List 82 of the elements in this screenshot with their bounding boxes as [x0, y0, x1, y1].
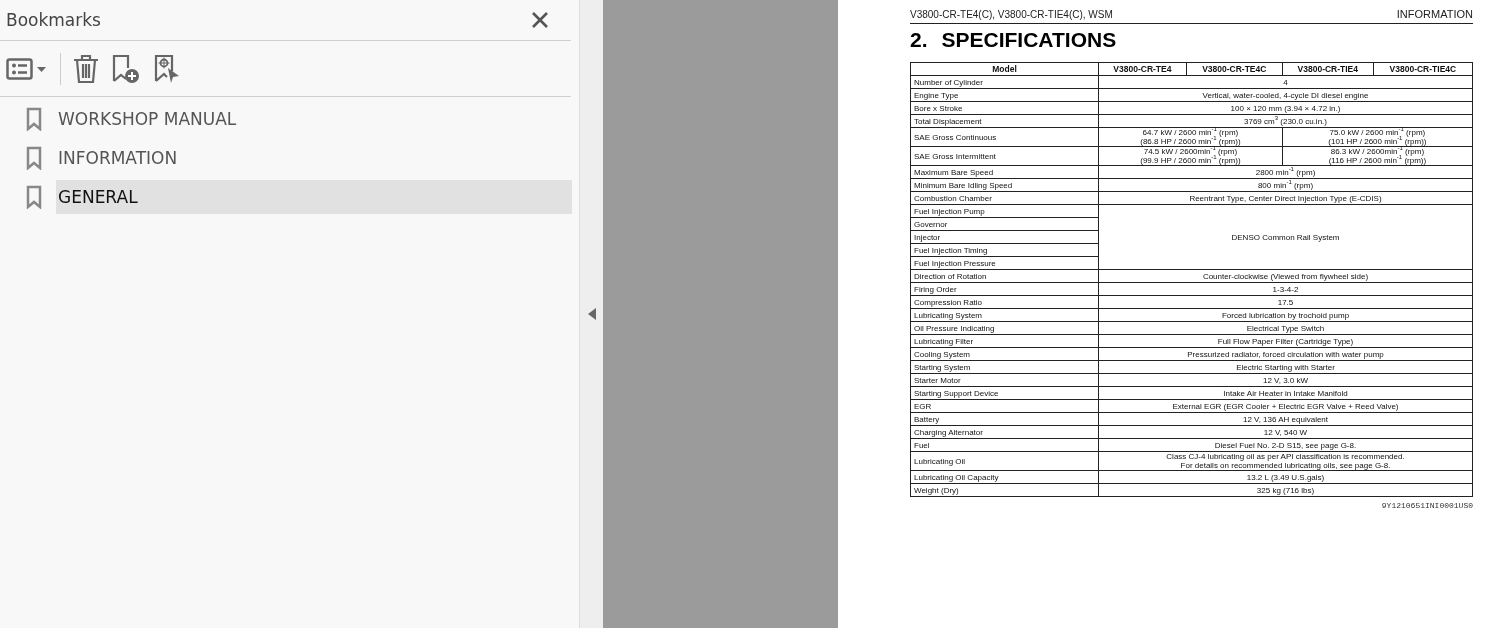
- table-cell: Lubricating Oil: [910, 451, 1099, 471]
- bookmark-item[interactable]: INFORMATION: [56, 141, 572, 175]
- table-cell: Counter-clockwise (Viewed from flywheel side): [1098, 269, 1473, 283]
- table-cell: Maximum Bare Speed: [910, 165, 1099, 179]
- table-cell: Engine Type: [910, 88, 1099, 102]
- table-cell: Starter Motor: [910, 373, 1099, 387]
- table-cell: Fuel Injection Timing: [910, 243, 1099, 257]
- column-header: V3800-CR-TE4: [1098, 62, 1187, 76]
- bookmark-icon: [26, 146, 42, 170]
- table-cell: Combustion Chamber: [910, 191, 1099, 205]
- table-cell: 74.5 kW / 2600min$^{-1}$ (rpm) (99.9 HP / 2600 min$^{-1}$ (rpm)): [1098, 146, 1283, 166]
- bookmark-item[interactable]: WORKSHOP MANUAL: [56, 102, 572, 136]
- table-cell: Starting System: [910, 360, 1099, 374]
- panel-title: Bookmarks: [6, 10, 101, 30]
- table-cell: 75.0 kW / 2600 min$^{-1}$ (rpm) (101 HP / 2600 min$^{-1}$ (rpm)): [1282, 127, 1473, 147]
- table-cell: Governor: [910, 217, 1099, 231]
- table-cell: Fuel: [910, 438, 1099, 452]
- table-cell: Firing Order: [910, 282, 1099, 296]
- page-heading: SPECIFICATIONS: [941, 28, 1117, 52]
- table-cell: 12 V, 136 AH equivalent: [1098, 412, 1473, 426]
- section-header: INFORMATION: [1396, 8, 1473, 20]
- collapse-arrow-icon[interactable]: [587, 308, 596, 320]
- table-cell: Vertical, water-cooled, 4-cycle DI diesel engine: [1098, 88, 1473, 102]
- table-cell: Injector: [910, 230, 1099, 244]
- table-cell: Class CJ-4 lubricating oil as per API classification is recommended. For details on recommended lubricating oils, see page G-8.: [1098, 451, 1473, 471]
- table-cell: Oil Pressure Indicating: [910, 321, 1099, 335]
- table-cell: Intake Air Heater in Intake Manifold: [1098, 386, 1473, 400]
- document-header: V3800-CR-TE4(C), V3800-CR-TIE4(C), WSM: [910, 9, 1113, 20]
- table-cell: Lubricating System: [910, 308, 1099, 322]
- table-cell: Reentrant Type, Center Direct Injection Type (E-CDIS): [1098, 191, 1473, 205]
- table-cell: Charging Alternator: [910, 425, 1099, 439]
- table-cell: 12 V, 3.0 kW: [1098, 373, 1473, 387]
- table-cell: Minimum Bare Idling Speed: [910, 178, 1099, 192]
- heading-number: 2.: [910, 28, 928, 52]
- table-cell: Electrical Type Switch: [1098, 321, 1473, 335]
- add-bookmark-icon[interactable]: [111, 53, 141, 84]
- table-cell: Full Flow Paper Filter (Cartridge Type): [1098, 334, 1473, 348]
- column-header: V3800-CR-TE4C: [1186, 62, 1283, 76]
- table-cell: 4: [1098, 75, 1473, 89]
- table-cell: SAE Gross Intermittent: [910, 146, 1099, 166]
- table-cell: Direction of Rotation: [910, 269, 1099, 283]
- bookmark-icon: [26, 185, 42, 209]
- trash-icon[interactable]: [73, 53, 99, 84]
- table-cell: Battery: [910, 412, 1099, 426]
- table-cell: Cooling System: [910, 347, 1099, 361]
- table-cell: SAE Gross Continuous: [910, 127, 1099, 147]
- table-cell: Lubricating Filter: [910, 334, 1099, 348]
- table-cell: Lubricating Oil Capacity: [910, 470, 1099, 484]
- table-cell: Pressurized radiator, forced circulation with water pump: [1098, 347, 1473, 361]
- table-cell: Electric Starting with Starter: [1098, 360, 1473, 374]
- table-cell: Starting Support Device: [910, 386, 1099, 400]
- table-cell: Compression Ratio: [910, 295, 1099, 309]
- bookmark-item[interactable]: GENERAL: [56, 180, 572, 214]
- close-icon[interactable]: [531, 11, 549, 29]
- table-cell: Diesel Fuel No. 2-D S15, see page G-8.: [1098, 438, 1473, 452]
- table-cell: 17.5: [1098, 295, 1473, 309]
- table-cell: 2800 min$^{-1}$ (rpm): [1098, 165, 1473, 179]
- table-cell: Number of Cylinder: [910, 75, 1099, 89]
- bookmark-icon: [26, 107, 42, 131]
- table-cell: Forced lubrication by trochoid pump: [1098, 308, 1473, 322]
- column-header: V3800-CR-TIE4C: [1373, 62, 1473, 76]
- table-cell: 3769 cm$^{3}$ (230.0 cu.in.): [1098, 114, 1473, 128]
- table-cell: 12 V, 540 W: [1098, 425, 1473, 439]
- table-cell: 800 min$^{-1}$ (rpm): [1098, 178, 1473, 192]
- options-button[interactable]: [6, 55, 48, 82]
- document-code: 9Y1210651INI0001US0: [1380, 501, 1473, 510]
- table-cell: 1-3-4-2: [1098, 282, 1473, 296]
- table-cell: External EGR (EGR Cooler + Electric EGR Valve + Reed Valve): [1098, 399, 1473, 413]
- table-cell: 86.3 kW / 2600min$^{-1}$ (rpm) (116 HP / 2600 min$^{-1}$ (rpm)): [1282, 146, 1473, 166]
- column-header: Model: [910, 62, 1099, 76]
- table-cell: Weight (Dry): [910, 483, 1099, 497]
- table-cell: Fuel Injection Pump: [910, 204, 1099, 218]
- table-cell: DENSO Common Rail System: [1098, 204, 1473, 270]
- column-header: V3800-CR-TIE4: [1282, 62, 1374, 76]
- table-cell: Bore x Stroke: [910, 101, 1099, 115]
- table-cell: Fuel Injection Pressure: [910, 256, 1099, 270]
- table-cell: Total Displacement: [910, 114, 1099, 128]
- table-cell: 13.2 L (3.49 U.S.gals): [1098, 470, 1473, 484]
- table-cell: EGR: [910, 399, 1099, 413]
- table-cell: 325 kg (716 lbs): [1098, 483, 1473, 497]
- table-cell: 100 × 120 mm (3.94 × 4.72 in.): [1098, 101, 1473, 115]
- table-cell: 64.7 kW / 2600 min$^{-1}$ (rpm) (86.8 HP / 2600 min$^{-1}$ (rpm)): [1098, 127, 1283, 147]
